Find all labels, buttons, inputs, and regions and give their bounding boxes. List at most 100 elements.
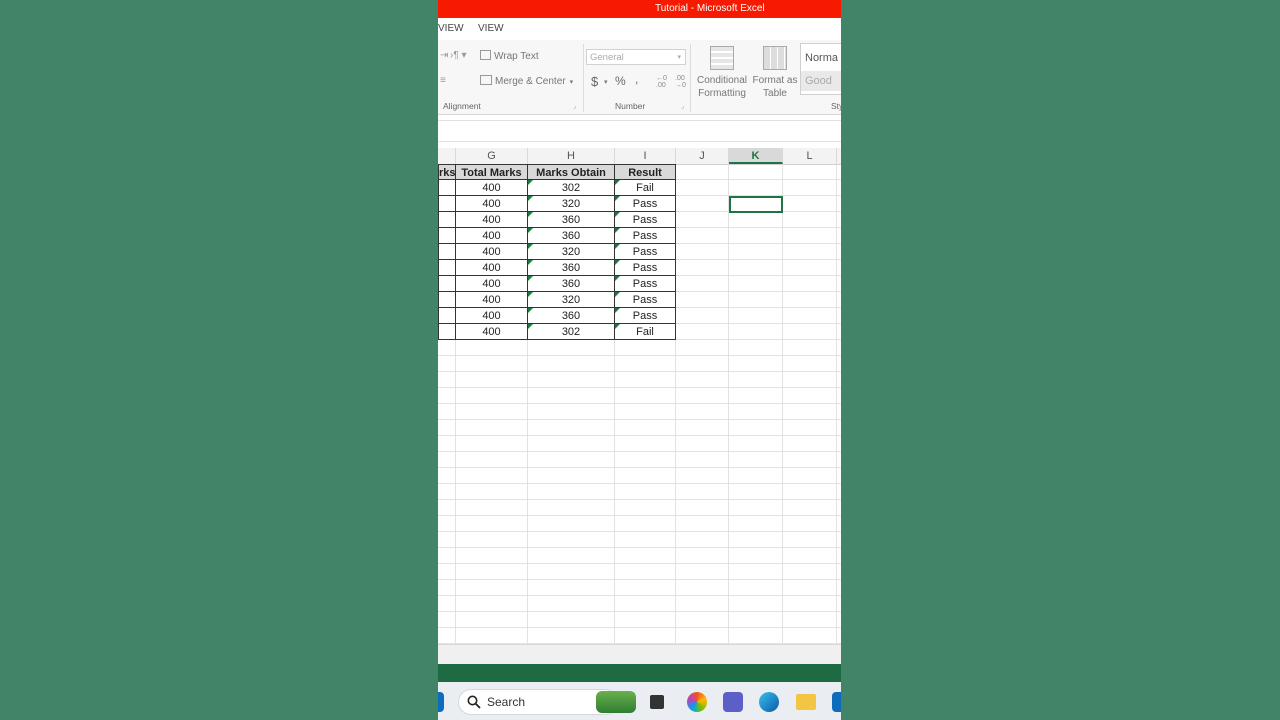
table-cell[interactable] bbox=[615, 580, 676, 596]
table-cell[interactable] bbox=[615, 516, 676, 532]
table-cell[interactable]: Pass bbox=[615, 276, 676, 292]
decrease-decimal-icon[interactable]: .00 →0 bbox=[675, 75, 686, 89]
table-cell[interactable] bbox=[729, 484, 783, 500]
table-cell[interactable] bbox=[783, 436, 837, 452]
table-cell[interactable]: 320 bbox=[528, 196, 615, 212]
table-cell[interactable]: Pass bbox=[615, 292, 676, 308]
table-cell[interactable] bbox=[615, 372, 676, 388]
table-cell[interactable] bbox=[676, 580, 729, 596]
table-cell[interactable] bbox=[676, 180, 729, 196]
table-cell[interactable]: 302 bbox=[528, 324, 615, 340]
table-cell[interactable]: Pass bbox=[615, 196, 676, 212]
table-header-cell[interactable]: Total Marks bbox=[456, 164, 528, 180]
table-cell[interactable]: 320 bbox=[528, 292, 615, 308]
align-icon[interactable]: ≡ bbox=[440, 75, 446, 86]
table-cell[interactable] bbox=[837, 612, 841, 628]
teams-icon[interactable] bbox=[723, 692, 743, 712]
table-cell[interactable] bbox=[456, 468, 528, 484]
table-cell[interactable] bbox=[837, 484, 841, 500]
table-cell[interactable] bbox=[783, 196, 837, 212]
table-cell[interactable] bbox=[729, 596, 783, 612]
table-cell[interactable] bbox=[837, 260, 841, 276]
table-cell[interactable] bbox=[837, 180, 841, 196]
table-cell[interactable]: 400 bbox=[456, 308, 528, 324]
table-cell[interactable] bbox=[837, 308, 841, 324]
table-cell[interactable] bbox=[783, 564, 837, 580]
table-cell[interactable] bbox=[528, 532, 615, 548]
table-cell[interactable] bbox=[729, 532, 783, 548]
column-header-j[interactable]: J bbox=[676, 148, 729, 164]
table-cell[interactable] bbox=[783, 164, 837, 180]
table-cell[interactable]: Pass bbox=[615, 244, 676, 260]
table-cell[interactable] bbox=[528, 404, 615, 420]
table-cell[interactable]: 400 bbox=[456, 228, 528, 244]
table-cell[interactable] bbox=[676, 244, 729, 260]
table-cell[interactable] bbox=[528, 372, 615, 388]
table-cell[interactable] bbox=[837, 228, 841, 244]
table-cell[interactable]: 400 bbox=[456, 212, 528, 228]
table-cell[interactable] bbox=[676, 196, 729, 212]
table-cell[interactable] bbox=[837, 548, 841, 564]
table-cell[interactable] bbox=[729, 180, 783, 196]
table-cell[interactable] bbox=[615, 436, 676, 452]
tab-view-partial[interactable]: VIEW bbox=[438, 23, 464, 34]
table-cell[interactable] bbox=[615, 420, 676, 436]
table-cell[interactable] bbox=[837, 372, 841, 388]
table-cell[interactable] bbox=[615, 356, 676, 372]
table-cell[interactable] bbox=[676, 532, 729, 548]
table-cell[interactable] bbox=[438, 612, 456, 628]
start-icon[interactable] bbox=[438, 692, 444, 712]
sheet-tabs-bar[interactable] bbox=[438, 644, 841, 665]
table-cell[interactable]: Fail bbox=[615, 324, 676, 340]
table-cell[interactable] bbox=[729, 228, 783, 244]
table-cell[interactable] bbox=[456, 548, 528, 564]
table-cell[interactable] bbox=[783, 420, 837, 436]
table-cell[interactable] bbox=[528, 484, 615, 500]
merge-center-button[interactable]: Merge & Center ▾ bbox=[480, 75, 573, 87]
table-cell[interactable] bbox=[783, 340, 837, 356]
table-cell[interactable] bbox=[729, 260, 783, 276]
widget-landscape-icon[interactable] bbox=[596, 691, 636, 713]
table-cell[interactable] bbox=[783, 356, 837, 372]
table-cell[interactable] bbox=[783, 516, 837, 532]
table-cell[interactable] bbox=[615, 596, 676, 612]
table-cell[interactable] bbox=[676, 356, 729, 372]
table-cell[interactable] bbox=[837, 388, 841, 404]
table-cell[interactable] bbox=[676, 436, 729, 452]
table-cell[interactable] bbox=[783, 404, 837, 420]
table-cell[interactable] bbox=[456, 484, 528, 500]
table-cell[interactable] bbox=[615, 452, 676, 468]
table-cell[interactable] bbox=[729, 468, 783, 484]
table-cell[interactable] bbox=[729, 628, 783, 644]
table-cell[interactable] bbox=[783, 228, 837, 244]
number-format-select[interactable]: General ▾ bbox=[586, 49, 686, 65]
table-cell[interactable] bbox=[528, 612, 615, 628]
table-cell[interactable] bbox=[837, 468, 841, 484]
table-cell[interactable] bbox=[438, 196, 456, 212]
taskbar-search[interactable]: Search bbox=[458, 689, 618, 715]
table-cell[interactable] bbox=[676, 276, 729, 292]
table-cell[interactable] bbox=[837, 500, 841, 516]
table-cell[interactable] bbox=[729, 356, 783, 372]
copilot-icon[interactable] bbox=[687, 692, 707, 712]
increase-decimal-icon[interactable]: ←0.00 bbox=[656, 75, 667, 89]
table-cell[interactable] bbox=[837, 596, 841, 612]
table-cell[interactable]: 360 bbox=[528, 276, 615, 292]
table-cell[interactable] bbox=[837, 580, 841, 596]
table-cell[interactable] bbox=[783, 484, 837, 500]
table-cell[interactable] bbox=[676, 628, 729, 644]
column-header-h[interactable]: H bbox=[528, 148, 615, 164]
table-cell[interactable] bbox=[676, 564, 729, 580]
table-cell[interactable] bbox=[438, 628, 456, 644]
table-cell[interactable] bbox=[676, 516, 729, 532]
table-cell[interactable] bbox=[438, 324, 456, 340]
table-cell[interactable] bbox=[729, 340, 783, 356]
table-cell[interactable] bbox=[729, 420, 783, 436]
table-cell[interactable] bbox=[438, 532, 456, 548]
table-cell[interactable] bbox=[528, 564, 615, 580]
table-cell[interactable] bbox=[438, 292, 456, 308]
table-cell[interactable] bbox=[783, 260, 837, 276]
table-cell[interactable] bbox=[783, 628, 837, 644]
table-cell[interactable] bbox=[456, 580, 528, 596]
table-cell[interactable] bbox=[438, 420, 456, 436]
